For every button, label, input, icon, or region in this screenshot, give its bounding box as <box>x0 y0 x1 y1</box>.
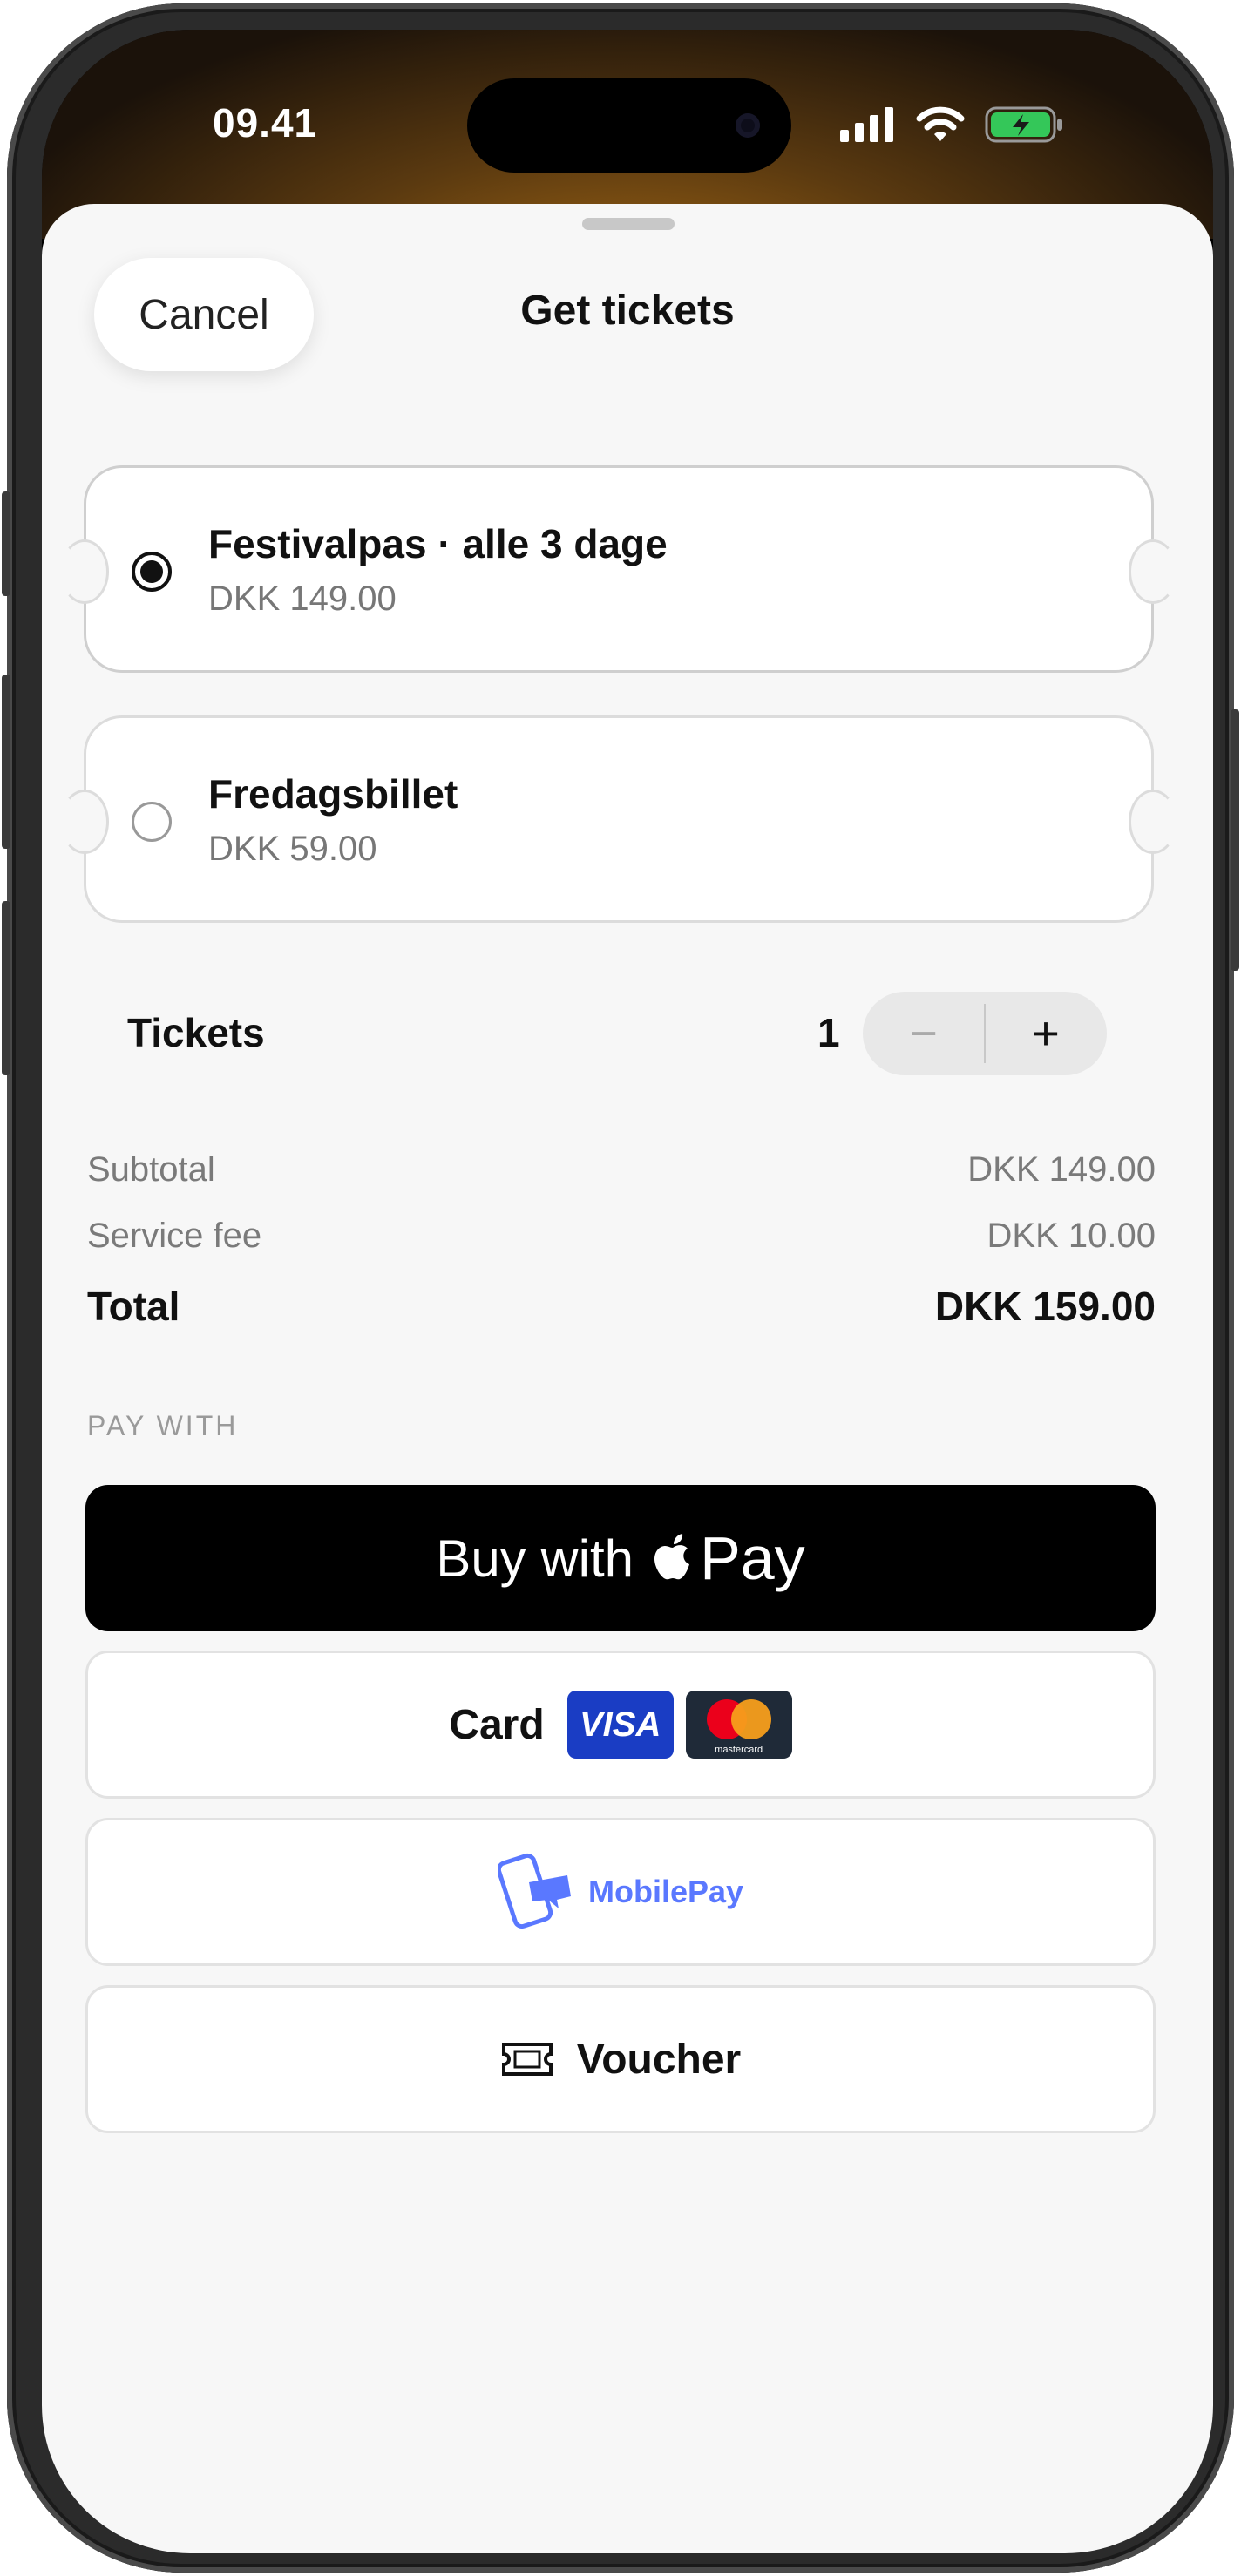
subtotal-value: DKK 149.00 <box>967 1150 1156 1189</box>
screen: 09.41 Cancel Get tickets Festivalpas · a… <box>42 30 1213 2553</box>
card-payment-button[interactable]: Card VISA mastercard <box>85 1651 1156 1799</box>
service-fee-value: DKK 10.00 <box>987 1217 1156 1255</box>
signal-icon <box>840 107 893 142</box>
camera-icon <box>736 113 760 138</box>
sheet-title: Get tickets <box>520 288 735 334</box>
dynamic-island <box>467 78 791 173</box>
action-button <box>2 491 10 596</box>
phone-frame: 09.41 Cancel Get tickets Festivalpas · a… <box>2 3 1239 2573</box>
total-label: Total <box>87 1284 180 1329</box>
mastercard-text: mastercard <box>715 1745 763 1755</box>
apple-logo-icon <box>654 1534 690 1580</box>
apple-pay-word: Pay <box>700 1524 805 1592</box>
total-row: Total DKK 159.00 <box>87 1283 1156 1330</box>
mobilepay-logo-icon <box>497 1853 571 1929</box>
card-label: Card <box>449 1701 545 1748</box>
volume-up-button <box>2 675 10 849</box>
ticket-price: DKK 59.00 <box>208 830 377 868</box>
ticket-price: DKK 149.00 <box>208 580 397 618</box>
sheet-grabber[interactable] <box>582 218 675 230</box>
mastercard-logo-icon: mastercard <box>685 1691 792 1759</box>
wifi-icon <box>916 106 965 141</box>
ticket-notch <box>1129 539 1177 604</box>
ticket-option-fredagsbillet[interactable]: Fredagsbillet DKK 59.00 <box>60 715 1177 923</box>
quantity-label: Tickets <box>127 1010 265 1055</box>
pay-with-label: PAY WITH <box>87 1410 239 1441</box>
power-button <box>1231 709 1239 971</box>
volume-down-button <box>2 901 10 1075</box>
quantity-value: 1 <box>817 1010 840 1055</box>
ticket-notch <box>60 790 109 854</box>
apple-pay-button[interactable]: Buy with Pay <box>85 1485 1156 1631</box>
get-tickets-sheet: Cancel Get tickets Festivalpas · alle 3 … <box>42 204 1213 2553</box>
status-icons <box>840 106 1065 143</box>
ticket-notch <box>1129 790 1177 854</box>
subtotal-row: Subtotal DKK 149.00 <box>87 1150 1156 1190</box>
voucher-button[interactable]: Voucher <box>85 1985 1156 2133</box>
ticket-name: Fredagsbillet <box>208 771 458 817</box>
ticket-icon <box>501 2043 553 2076</box>
battery-charging-icon <box>985 106 1062 143</box>
quantity-stepper: − + <box>863 992 1107 1075</box>
total-value: DKK 159.00 <box>934 1284 1156 1329</box>
ticket-option-festivalpas[interactable]: Festivalpas · alle 3 dage DKK 149.00 <box>60 465 1177 673</box>
service-fee-label: Service fee <box>87 1217 262 1255</box>
subtotal-label: Subtotal <box>87 1150 215 1189</box>
apple-pay-prefix: Buy with <box>436 1529 634 1588</box>
voucher-label: Voucher <box>576 2036 742 2083</box>
radio-selected[interactable] <box>132 552 172 592</box>
mobilepay-label: MobilePay <box>587 1874 744 1909</box>
decrement-button[interactable]: − <box>863 992 985 1075</box>
quantity-row: Tickets 1 − + <box>42 988 1213 1075</box>
visa-logo-icon: VISA <box>566 1691 674 1759</box>
status-time: 09.41 <box>213 100 318 146</box>
increment-button[interactable]: + <box>985 992 1107 1075</box>
ticket-name: Festivalpas · alle 3 dage <box>208 521 668 566</box>
radio-unselected[interactable] <box>132 802 172 842</box>
service-fee-row: Service fee DKK 10.00 <box>87 1217 1156 1256</box>
mobilepay-button[interactable]: MobilePay <box>85 1818 1156 1966</box>
ticket-notch <box>60 539 109 604</box>
